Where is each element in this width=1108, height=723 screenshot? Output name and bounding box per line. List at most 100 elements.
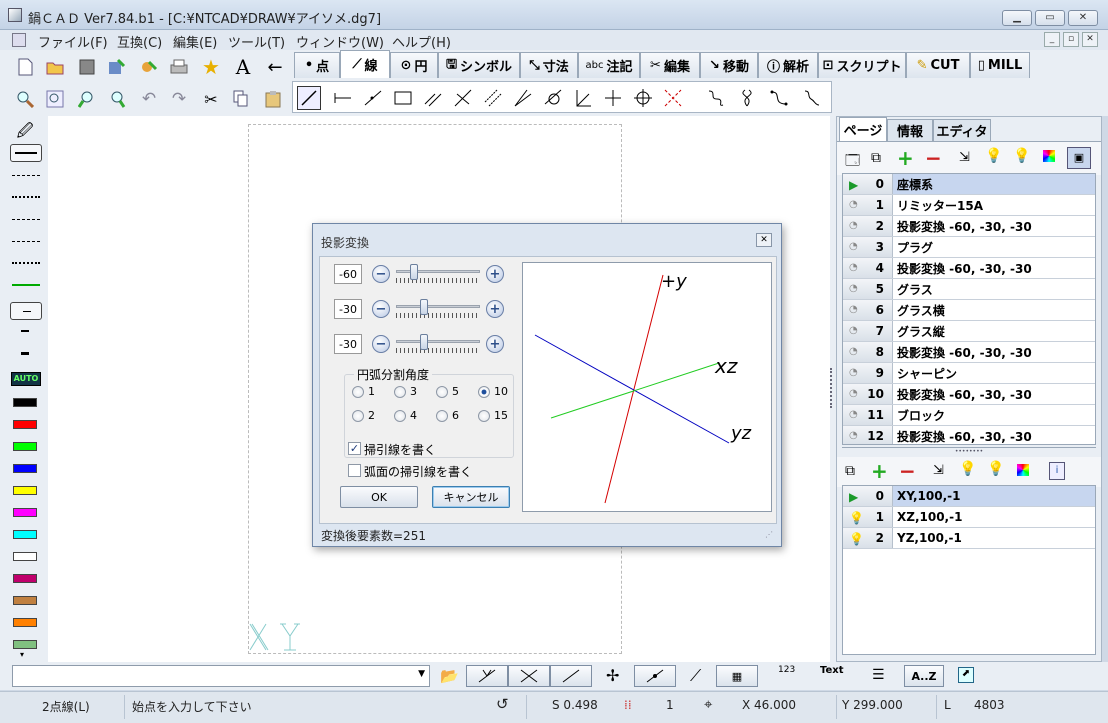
- color-swatch[interactable]: [13, 486, 37, 495]
- zoom-out-icon[interactable]: [106, 88, 128, 110]
- tab-editor[interactable]: エディタ: [933, 119, 991, 141]
- export-icon[interactable]: [138, 56, 160, 78]
- page-row[interactable]: ◔ 12 投影変換 -60, -30, -30: [843, 426, 1095, 444]
- arc-angle-radio[interactable]: [352, 386, 364, 398]
- layer-props-icon[interactable]: i: [1049, 462, 1065, 480]
- tab-pages[interactable]: ページ: [839, 117, 887, 141]
- lineweight-thick[interactable]: [21, 352, 29, 355]
- page-row[interactable]: ◔ 8 投影変換 -60, -30, -30: [843, 342, 1095, 363]
- color-swatch[interactable]: [13, 618, 37, 627]
- center-mark-icon[interactable]: [631, 86, 655, 110]
- offset-line-icon[interactable]: [481, 86, 505, 110]
- crosshair-line-icon[interactable]: [601, 86, 625, 110]
- angle-3-field[interactable]: -30: [334, 334, 362, 354]
- active-play-icon[interactable]: ▶: [849, 178, 858, 192]
- increment-button[interactable]: +: [486, 300, 504, 318]
- tab-circle[interactable]: ⊙ 円: [390, 52, 438, 78]
- arc-sweep-checkbox[interactable]: [348, 464, 361, 477]
- angle-line-icon[interactable]: [451, 86, 475, 110]
- color-swatch[interactable]: [13, 464, 37, 473]
- arc-angle-radio[interactable]: [394, 410, 406, 422]
- color-swatch[interactable]: [13, 508, 37, 517]
- snap-line-button[interactable]: [550, 665, 592, 687]
- snap-center-icon[interactable]: ✢: [606, 666, 619, 685]
- page-row[interactable]: ◔ 11 ブロック: [843, 405, 1095, 426]
- tab-cut[interactable]: ✎ CUT: [906, 52, 970, 78]
- page-properties-icon[interactable]: 🗔: [845, 150, 860, 174]
- mdi-restore-button[interactable]: ▫: [1063, 32, 1079, 47]
- lineweight-button[interactable]: [10, 302, 42, 320]
- angle-2-field[interactable]: -30: [334, 299, 362, 319]
- arc-angle-radio[interactable]: [478, 410, 490, 422]
- page-view-icon[interactable]: ▣: [1067, 147, 1091, 169]
- scroll-down-icon[interactable]: ▾: [20, 650, 24, 659]
- tab-line[interactable]: ⟋ 線: [340, 50, 390, 78]
- layer-color-icon[interactable]: [1017, 464, 1029, 476]
- tab-point[interactable]: • 点: [294, 52, 340, 78]
- zoom-in-icon[interactable]: [76, 88, 98, 110]
- snap-free-icon[interactable]: ⟋: [690, 666, 701, 686]
- page-state-icon[interactable]: ◔: [849, 199, 858, 210]
- copy-icon[interactable]: [230, 88, 252, 110]
- color-icon[interactable]: [1043, 150, 1055, 162]
- angle-slider-track[interactable]: [396, 305, 480, 308]
- color-swatch[interactable]: [13, 398, 37, 407]
- page-state-icon[interactable]: ◔: [849, 367, 858, 378]
- page-state-icon[interactable]: ◔: [849, 346, 858, 357]
- color-swatch[interactable]: [13, 530, 37, 539]
- tab-script[interactable]: ⊡ スクリプト: [818, 52, 906, 78]
- page-row[interactable]: ◔ 9 シャーピン: [843, 363, 1095, 384]
- arc-angle-radio[interactable]: [394, 386, 406, 398]
- page-row[interactable]: ◔ 3 プラグ: [843, 237, 1095, 258]
- grid-dots-icon[interactable]: ⁞⁞: [624, 698, 632, 712]
- save-as-icon[interactable]: [106, 56, 128, 78]
- menu-window[interactable]: ウィンドウ(W): [296, 32, 384, 51]
- page-row[interactable]: ◔ 10 投影変換 -60, -30, -30: [843, 384, 1095, 405]
- hide-all-icon[interactable]: 💡: [1013, 148, 1030, 164]
- decrement-button[interactable]: −: [372, 335, 390, 353]
- menu-file[interactable]: ファイル(F): [38, 32, 108, 51]
- page-state-icon[interactable]: ◔: [849, 409, 858, 420]
- menu-edit[interactable]: 編集(E): [173, 32, 217, 51]
- font-icon[interactable]: A: [232, 55, 254, 79]
- layer-row[interactable]: ▶ 0 XY,100,-1: [843, 486, 1095, 507]
- page-state-icon[interactable]: ◔: [849, 388, 858, 399]
- slider-thumb[interactable]: [420, 334, 428, 350]
- color-swatch[interactable]: [13, 640, 37, 649]
- text-input-icon[interactable]: Text: [820, 665, 844, 676]
- bulb-icon[interactable]: 💡: [849, 511, 864, 525]
- minimize-button[interactable]: ▁: [1002, 10, 1032, 26]
- polyline-icon[interactable]: [361, 86, 385, 110]
- slider-thumb[interactable]: [420, 299, 428, 315]
- star-icon[interactable]: ★: [200, 55, 222, 79]
- color-swatch[interactable]: [13, 442, 37, 451]
- layer-row[interactable]: 💡 2 YZ,100,-1: [843, 528, 1095, 549]
- add-page-icon[interactable]: +: [897, 146, 914, 170]
- new-file-icon[interactable]: [14, 56, 36, 78]
- cut-icon[interactable]: ✂: [200, 88, 222, 110]
- zoom-window-icon[interactable]: [14, 88, 36, 110]
- tab-symbol[interactable]: 🖫 シンボル: [438, 52, 520, 78]
- remove-layer-icon[interactable]: −: [899, 459, 916, 483]
- linetype-dotted[interactable]: [12, 190, 40, 204]
- curve-points-icon[interactable]: [767, 86, 791, 110]
- tab-dimension[interactable]: ⤡ 寸法: [520, 52, 578, 78]
- arrow-left-icon[interactable]: ←: [264, 56, 286, 78]
- linetype-solid-button[interactable]: [10, 144, 42, 162]
- chevron-down-icon[interactable]: ▼: [418, 669, 425, 679]
- tab-info[interactable]: 情報: [887, 119, 933, 141]
- dialog-close-button[interactable]: ✕: [756, 233, 772, 247]
- linetype-green[interactable]: [12, 278, 40, 292]
- arc-angle-radio[interactable]: [436, 386, 448, 398]
- angle-1-field[interactable]: -60: [334, 264, 362, 284]
- sweep-line-checkbox[interactable]: ✓: [348, 442, 361, 455]
- page-state-icon[interactable]: ◔: [849, 430, 858, 441]
- eyedropper-icon[interactable]: 🖉: [14, 120, 36, 140]
- cancel-button[interactable]: キャンセル: [432, 486, 510, 508]
- layer-row[interactable]: 💡 1 XZ,100,-1: [843, 507, 1095, 528]
- list-resize-grip[interactable]: ••••••••: [842, 447, 1096, 455]
- linetype-dashed[interactable]: [12, 168, 40, 182]
- bulb-icon[interactable]: 💡: [849, 532, 864, 546]
- remove-page-icon[interactable]: −: [925, 146, 942, 170]
- page-state-icon[interactable]: ◔: [849, 325, 858, 336]
